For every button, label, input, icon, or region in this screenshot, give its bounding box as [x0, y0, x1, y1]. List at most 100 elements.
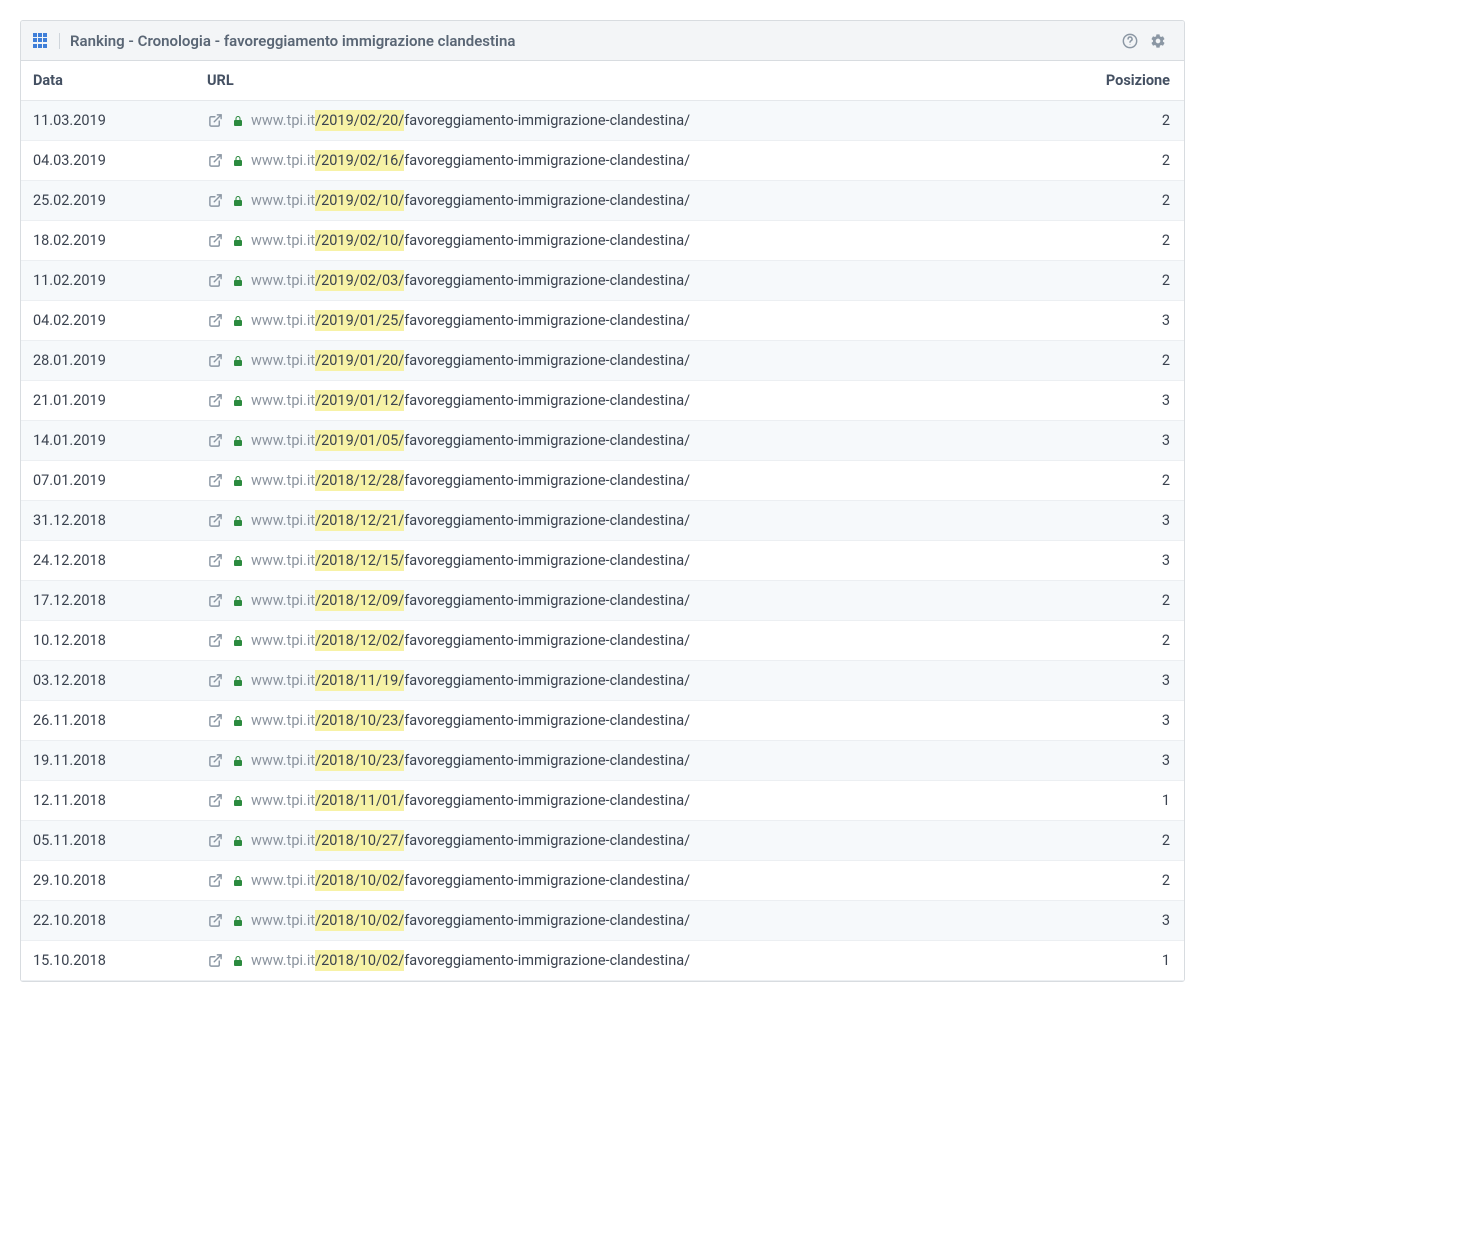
url-root[interactable]: www.tpi.it — [251, 672, 315, 689]
url-date-segment[interactable]: /2018/10/02/ — [315, 870, 404, 891]
url-slug[interactable]: favoreggiamento-immigrazione-clandestina… — [404, 912, 690, 929]
help-button[interactable] — [1116, 27, 1144, 55]
table-row[interactable]: 24.12.2018www.tpi.it/2018/12/15/favoregg… — [21, 541, 1184, 581]
url-slug[interactable]: favoreggiamento-immigrazione-clandestina… — [404, 392, 690, 409]
url-slug[interactable]: favoreggiamento-immigrazione-clandestina… — [404, 472, 690, 489]
url-root[interactable]: www.tpi.it — [251, 712, 315, 729]
url-root[interactable]: www.tpi.it — [251, 192, 315, 209]
settings-button[interactable] — [1144, 27, 1172, 55]
url-date-segment[interactable]: /2018/12/15/ — [315, 550, 404, 571]
external-link-icon[interactable] — [207, 513, 223, 529]
url-date-segment[interactable]: /2019/01/12/ — [315, 390, 404, 411]
url-date-segment[interactable]: /2019/02/10/ — [315, 190, 404, 211]
external-link-icon[interactable] — [207, 353, 223, 369]
url-slug[interactable]: favoreggiamento-immigrazione-clandestina… — [404, 512, 690, 529]
url-slug[interactable]: favoreggiamento-immigrazione-clandestina… — [404, 272, 690, 289]
url-root[interactable]: www.tpi.it — [251, 112, 315, 129]
url-root[interactable]: www.tpi.it — [251, 272, 315, 289]
external-link-icon[interactable] — [207, 753, 223, 769]
url-slug[interactable]: favoreggiamento-immigrazione-clandestina… — [404, 112, 690, 129]
url-date-segment[interactable]: /2018/10/27/ — [315, 830, 404, 851]
table-row[interactable]: 04.02.2019www.tpi.it/2019/01/25/favoregg… — [21, 301, 1184, 341]
external-link-icon[interactable] — [207, 673, 223, 689]
external-link-icon[interactable] — [207, 713, 223, 729]
url-slug[interactable]: favoreggiamento-immigrazione-clandestina… — [404, 632, 690, 649]
url-root[interactable]: www.tpi.it — [251, 312, 315, 329]
url-slug[interactable]: favoreggiamento-immigrazione-clandestina… — [404, 152, 690, 169]
external-link-icon[interactable] — [207, 593, 223, 609]
external-link-icon[interactable] — [207, 433, 223, 449]
url-date-segment[interactable]: /2018/12/09/ — [315, 590, 404, 611]
url-root[interactable]: www.tpi.it — [251, 152, 315, 169]
url-date-segment[interactable]: /2018/11/01/ — [315, 790, 404, 811]
column-header-position[interactable]: Posizione — [1074, 72, 1184, 89]
url-root[interactable]: www.tpi.it — [251, 232, 315, 249]
url-root[interactable]: www.tpi.it — [251, 872, 315, 889]
column-header-url[interactable]: URL — [201, 72, 1074, 89]
url-slug[interactable]: favoreggiamento-immigrazione-clandestina… — [404, 232, 690, 249]
external-link-icon[interactable] — [207, 873, 223, 889]
table-row[interactable]: 28.01.2019www.tpi.it/2019/01/20/favoregg… — [21, 341, 1184, 381]
url-date-segment[interactable]: /2018/10/02/ — [315, 950, 404, 971]
url-date-segment[interactable]: /2019/02/20/ — [315, 110, 404, 131]
url-slug[interactable]: favoreggiamento-immigrazione-clandestina… — [404, 432, 690, 449]
external-link-icon[interactable] — [207, 553, 223, 569]
url-slug[interactable]: favoreggiamento-immigrazione-clandestina… — [404, 672, 690, 689]
url-root[interactable]: www.tpi.it — [251, 952, 315, 969]
url-date-segment[interactable]: /2018/12/28/ — [315, 470, 404, 491]
url-date-segment[interactable]: /2019/01/20/ — [315, 350, 404, 371]
url-slug[interactable]: favoreggiamento-immigrazione-clandestina… — [404, 712, 690, 729]
table-row[interactable]: 11.03.2019www.tpi.it/2019/02/20/favoregg… — [21, 101, 1184, 141]
url-slug[interactable]: favoreggiamento-immigrazione-clandestina… — [404, 552, 690, 569]
url-root[interactable]: www.tpi.it — [251, 512, 315, 529]
url-root[interactable]: www.tpi.it — [251, 752, 315, 769]
url-root[interactable]: www.tpi.it — [251, 392, 315, 409]
url-date-segment[interactable]: /2019/02/16/ — [315, 150, 404, 171]
external-link-icon[interactable] — [207, 633, 223, 649]
url-date-segment[interactable]: /2018/12/21/ — [315, 510, 404, 531]
table-row[interactable]: 12.11.2018www.tpi.it/2018/11/01/favoregg… — [21, 781, 1184, 821]
url-date-segment[interactable]: /2018/11/19/ — [315, 670, 404, 691]
table-row[interactable]: 05.11.2018www.tpi.it/2018/10/27/favoregg… — [21, 821, 1184, 861]
table-row[interactable]: 31.12.2018www.tpi.it/2018/12/21/favoregg… — [21, 501, 1184, 541]
url-date-segment[interactable]: /2018/10/23/ — [315, 750, 404, 771]
grid-icon[interactable] — [33, 33, 60, 49]
url-slug[interactable]: favoreggiamento-immigrazione-clandestina… — [404, 952, 690, 969]
url-root[interactable]: www.tpi.it — [251, 792, 315, 809]
url-date-segment[interactable]: /2018/10/02/ — [315, 910, 404, 931]
url-slug[interactable]: favoreggiamento-immigrazione-clandestina… — [404, 872, 690, 889]
external-link-icon[interactable] — [207, 473, 223, 489]
table-row[interactable]: 10.12.2018www.tpi.it/2018/12/02/favoregg… — [21, 621, 1184, 661]
table-row[interactable]: 04.03.2019www.tpi.it/2019/02/16/favoregg… — [21, 141, 1184, 181]
external-link-icon[interactable] — [207, 953, 223, 969]
external-link-icon[interactable] — [207, 273, 223, 289]
url-root[interactable]: www.tpi.it — [251, 832, 315, 849]
external-link-icon[interactable] — [207, 113, 223, 129]
external-link-icon[interactable] — [207, 193, 223, 209]
url-slug[interactable]: favoreggiamento-immigrazione-clandestina… — [404, 352, 690, 369]
url-date-segment[interactable]: /2018/10/23/ — [315, 710, 404, 731]
table-row[interactable]: 03.12.2018www.tpi.it/2018/11/19/favoregg… — [21, 661, 1184, 701]
external-link-icon[interactable] — [207, 233, 223, 249]
table-row[interactable]: 11.02.2019www.tpi.it/2019/02/03/favoregg… — [21, 261, 1184, 301]
url-root[interactable]: www.tpi.it — [251, 632, 315, 649]
external-link-icon[interactable] — [207, 313, 223, 329]
url-root[interactable]: www.tpi.it — [251, 552, 315, 569]
table-row[interactable]: 26.11.2018www.tpi.it/2018/10/23/favoregg… — [21, 701, 1184, 741]
column-header-date[interactable]: Data — [21, 72, 201, 89]
url-date-segment[interactable]: /2019/02/10/ — [315, 230, 404, 251]
url-root[interactable]: www.tpi.it — [251, 432, 315, 449]
url-root[interactable]: www.tpi.it — [251, 352, 315, 369]
table-row[interactable]: 19.11.2018www.tpi.it/2018/10/23/favoregg… — [21, 741, 1184, 781]
url-root[interactable]: www.tpi.it — [251, 592, 315, 609]
external-link-icon[interactable] — [207, 793, 223, 809]
external-link-icon[interactable] — [207, 393, 223, 409]
external-link-icon[interactable] — [207, 913, 223, 929]
url-root[interactable]: www.tpi.it — [251, 912, 315, 929]
url-date-segment[interactable]: /2018/12/02/ — [315, 630, 404, 651]
url-date-segment[interactable]: /2019/01/25/ — [315, 310, 404, 331]
table-row[interactable]: 21.01.2019www.tpi.it/2019/01/12/favoregg… — [21, 381, 1184, 421]
table-row[interactable]: 29.10.2018www.tpi.it/2018/10/02/favoregg… — [21, 861, 1184, 901]
url-slug[interactable]: favoreggiamento-immigrazione-clandestina… — [404, 192, 690, 209]
url-slug[interactable]: favoreggiamento-immigrazione-clandestina… — [404, 792, 690, 809]
